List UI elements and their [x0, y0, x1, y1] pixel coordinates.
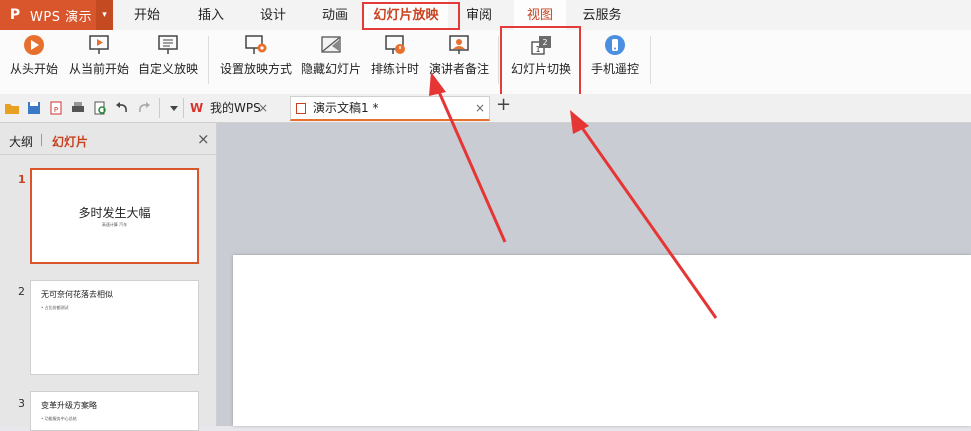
annotation-arrows: [429, 72, 718, 319]
